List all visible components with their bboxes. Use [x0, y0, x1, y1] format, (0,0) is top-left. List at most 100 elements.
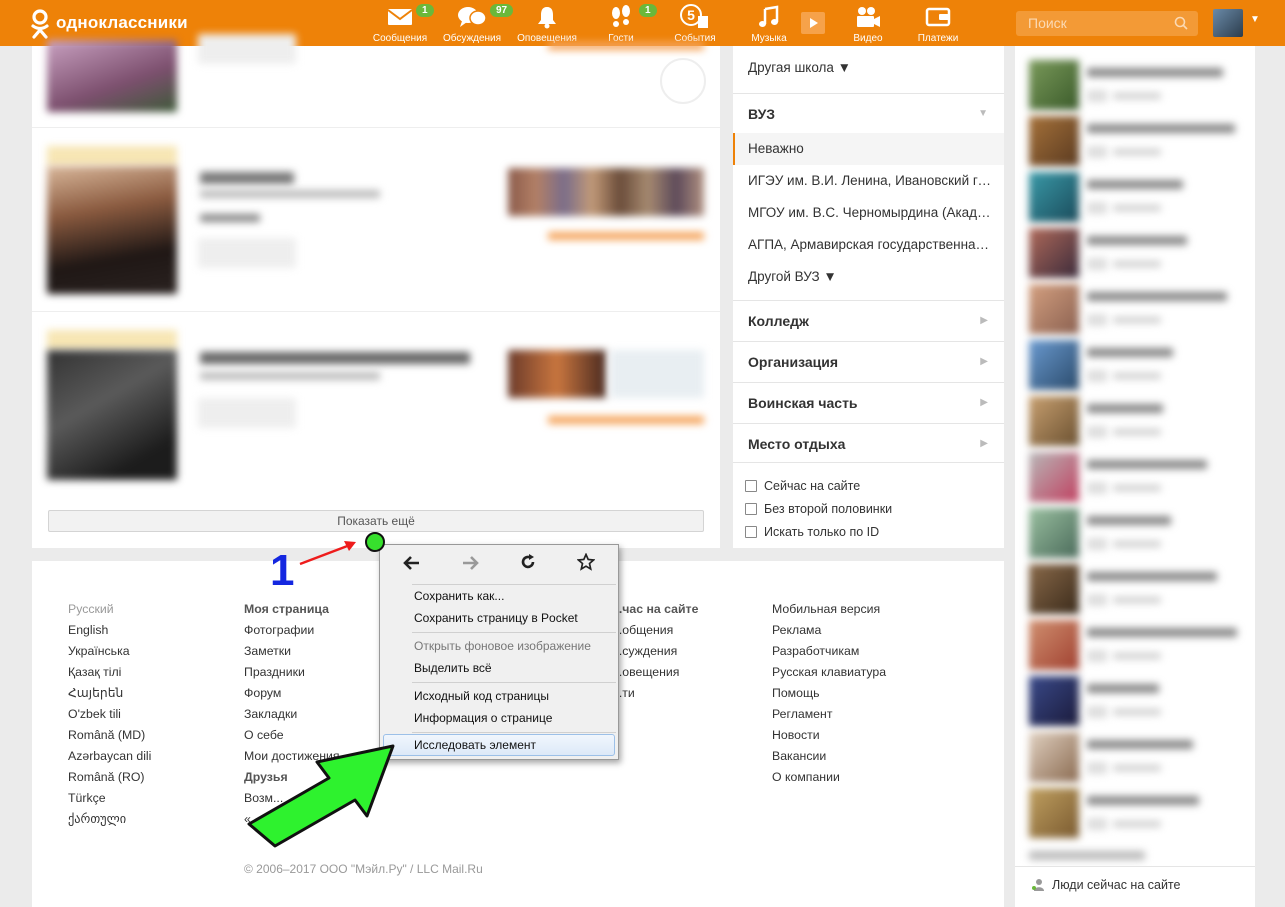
filter-section-military[interactable]: Воинская часть ▶	[733, 382, 1004, 422]
friend-avatar[interactable]	[1029, 228, 1079, 278]
footer-link[interactable]: ...ти	[612, 683, 698, 704]
footer-link[interactable]: Форум	[244, 683, 340, 704]
language-link[interactable]: Română (MD)	[68, 725, 151, 746]
friend-name[interactable]	[1087, 628, 1237, 637]
footer-link[interactable]: Русская клавиатура	[772, 662, 886, 683]
checkbox-box[interactable]	[745, 503, 757, 515]
footer-link[interactable]: ...общения	[612, 620, 698, 641]
language-link[interactable]: Türkçe	[68, 788, 151, 809]
nav-notifications[interactable]: Оповещения	[507, 4, 587, 44]
result-photo[interactable]	[47, 40, 177, 112]
people-online-now-link[interactable]: Люди сейчас на сайте	[1015, 866, 1255, 907]
result-photo-strip[interactable]	[508, 350, 606, 398]
footer-link[interactable]: Вакансии	[772, 746, 886, 767]
friend-avatar[interactable]	[1029, 564, 1079, 614]
friend-action-icon[interactable]	[1087, 258, 1107, 270]
nav-video[interactable]: Видео	[828, 4, 908, 44]
footer-link[interactable]: Праздники	[244, 662, 340, 683]
result-photos-link[interactable]	[548, 232, 704, 240]
filter-section-organization[interactable]: Организация ▶	[733, 341, 1004, 381]
friend-avatar[interactable]	[1029, 676, 1079, 726]
filter-section-vuz[interactable]: ВУЗ ▼	[733, 93, 1004, 133]
nav-music[interactable]: Музыка	[729, 4, 809, 44]
friend-avatar[interactable]	[1029, 60, 1079, 110]
language-link[interactable]: Հայերեն	[68, 683, 151, 704]
language-link[interactable]: O'zbek tili	[68, 704, 151, 725]
language-link[interactable]: Қазақ тілі	[68, 662, 151, 683]
checkbox-box[interactable]	[745, 526, 757, 538]
chevron-down-icon[interactable]: ▼	[1250, 14, 1260, 25]
friend-action-icon[interactable]	[1087, 762, 1107, 774]
add-friend-button[interactable]	[198, 34, 296, 64]
search-icon[interactable]	[1174, 16, 1188, 30]
online-now-checkbox[interactable]: Сейчас на сайте	[745, 479, 860, 493]
search-by-id-checkbox[interactable]: Искать только по ID	[745, 525, 879, 539]
forward-arrow-icon[interactable]	[461, 554, 479, 577]
friend-avatar[interactable]	[1029, 340, 1079, 390]
friend-action-icon[interactable]	[1087, 538, 1107, 550]
friend-name[interactable]	[1087, 740, 1193, 749]
user-avatar[interactable]	[1213, 9, 1243, 37]
nav-messages[interactable]: 1 Сообщения	[360, 4, 440, 44]
filter-section-vacation[interactable]: Место отдыха ▶	[733, 423, 1004, 463]
friend-action-icon[interactable]	[1087, 706, 1107, 718]
friend-action-icon[interactable]	[1087, 594, 1107, 606]
checkbox-box[interactable]	[745, 480, 757, 492]
vuz-option[interactable]: АГПА, Армавирская государственная педаго…	[733, 229, 991, 261]
friend-name[interactable]	[1087, 124, 1235, 133]
friend-name[interactable]	[1087, 68, 1223, 77]
menu-open-background-image[interactable]: Открыть фоновое изображение	[414, 636, 614, 656]
reload-icon[interactable]	[519, 553, 537, 577]
friend-name[interactable]	[1087, 684, 1159, 693]
result-photo[interactable]	[47, 350, 177, 480]
language-link[interactable]: English	[68, 620, 151, 641]
friend-avatar[interactable]	[1029, 508, 1079, 558]
menu-page-info[interactable]: Информация о странице	[414, 708, 614, 728]
menu-select-all[interactable]: Выделить всё	[414, 658, 614, 678]
footer-heading[interactable]: ...час на сайте	[612, 599, 698, 620]
friend-name[interactable]	[1087, 516, 1171, 525]
friend-action-icon[interactable]	[1087, 370, 1107, 382]
result-photo[interactable]	[47, 166, 177, 294]
other-vuz-dropdown[interactable]: Другой ВУЗ ▼	[733, 261, 1004, 293]
friend-avatar[interactable]	[1029, 788, 1079, 838]
friend-avatar[interactable]	[1029, 732, 1079, 782]
result-photo-strip[interactable]	[508, 168, 704, 216]
friend-avatar[interactable]	[1029, 452, 1079, 502]
friend-avatar[interactable]	[1029, 116, 1079, 166]
friend-name[interactable]	[1087, 460, 1207, 469]
friend-name[interactable]	[1087, 236, 1187, 245]
friend-action-icon[interactable]	[1087, 426, 1107, 438]
scroll-top-button[interactable]	[660, 58, 706, 104]
footer-link[interactable]: ...овещения	[612, 662, 698, 683]
friend-avatar[interactable]	[1029, 396, 1079, 446]
nav-guests[interactable]: 1 Гости	[581, 4, 661, 44]
language-link[interactable]: ქართული	[68, 809, 151, 830]
other-school-dropdown[interactable]: Другая школа ▼	[733, 52, 1004, 84]
friend-action-icon[interactable]	[1087, 202, 1107, 214]
friend-name[interactable]	[1087, 572, 1217, 581]
footer-link[interactable]: Помощь	[772, 683, 886, 704]
language-link[interactable]: Azərbaycan dili	[68, 746, 151, 767]
footer-link[interactable]: Закладки	[244, 704, 340, 725]
vuz-option[interactable]: ИГЭУ им. В.И. Ленина, Ивановский государ…	[733, 165, 991, 197]
friend-action-icon[interactable]	[1087, 482, 1107, 494]
footer-link[interactable]: О компании	[772, 767, 886, 788]
result-photos-link[interactable]	[548, 42, 704, 50]
site-logo[interactable]: одноклассники	[30, 9, 188, 39]
friend-avatar[interactable]	[1029, 620, 1079, 670]
friend-action-icon[interactable]	[1087, 314, 1107, 326]
friend-name[interactable]	[1087, 180, 1183, 189]
friend-action-icon[interactable]	[1087, 650, 1107, 662]
no-partner-checkbox[interactable]: Без второй половинки	[745, 502, 892, 516]
footer-link[interactable]: Мобильная версия	[772, 599, 886, 620]
footer-heading[interactable]: Моя страница	[244, 599, 340, 620]
nav-discussions[interactable]: 97 Обсуждения	[432, 4, 514, 44]
filter-section-college[interactable]: Колледж ▶	[733, 300, 1004, 340]
vuz-option-any[interactable]: Неважно	[733, 133, 1004, 165]
footer-link[interactable]: Реклама	[772, 620, 886, 641]
friend-avatar[interactable]	[1029, 284, 1079, 334]
friend-name[interactable]	[1087, 796, 1199, 805]
bookmark-star-icon[interactable]	[576, 552, 596, 577]
footer-link[interactable]: ...суждения	[612, 641, 698, 662]
